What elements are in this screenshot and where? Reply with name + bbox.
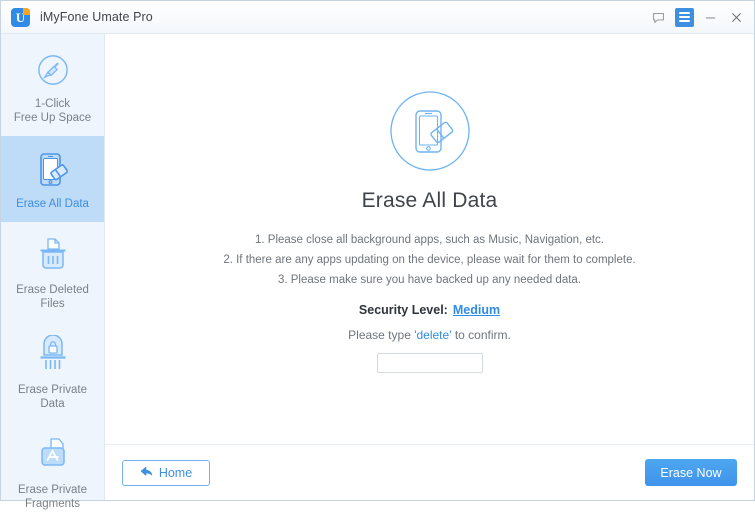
home-button-label: Home — [158, 465, 193, 480]
title-bar: U iMyFone Umate Pro — [1, 1, 754, 34]
sidebar-item-erase-private-fragments[interactable]: Erase Private Fragments — [1, 422, 104, 522]
app-logo-icon: U — [11, 7, 30, 27]
erase-now-label: Erase Now — [660, 465, 722, 480]
confirm-instruction: Please type 'delete' to confirm. — [348, 328, 511, 342]
sidebar-item-label: 1-Click Free Up Space — [13, 98, 92, 124]
instruction-list: 1. Please close all background apps, suc… — [223, 230, 635, 290]
instruction-step: 2. If there are any apps updating on the… — [223, 254, 636, 266]
instruction-step: 1. Please close all background apps, suc… — [254, 234, 605, 246]
sidebar-item-erase-deleted-files[interactable]: Erase Deleted Files — [1, 222, 104, 322]
app-title: iMyFone Umate Pro — [40, 10, 153, 24]
security-level-link[interactable]: Medium — [453, 303, 500, 317]
close-icon[interactable] — [727, 8, 746, 27]
confirm-prefix: Please type — [348, 328, 415, 342]
sidebar-item-free-up-space[interactable]: 1-Click Free Up Space — [1, 36, 104, 136]
footer-bar: Home Erase Now — [105, 444, 754, 500]
erase-now-button[interactable]: Erase Now — [645, 459, 737, 486]
security-level-row: Security Level: Medium — [359, 303, 500, 317]
content-panel: Erase All Data 1. Please close all backg… — [105, 34, 754, 500]
sidebar-item-erase-private-data[interactable]: Erase Private Data — [1, 322, 104, 422]
shredder-document-icon — [5, 234, 100, 278]
minimize-icon[interactable] — [701, 8, 720, 27]
feedback-icon[interactable] — [649, 8, 668, 27]
back-arrow-icon — [140, 466, 153, 480]
sidebar-item-label: Erase Private Fragments — [17, 484, 88, 510]
app-logo-corner-accent — [23, 7, 30, 15]
menu-icon[interactable] — [675, 7, 694, 27]
sidebar-item-label: Erase All Data — [16, 198, 89, 210]
shredder-lock-icon — [5, 334, 100, 378]
phone-eraser-icon — [5, 148, 100, 192]
main-area: 1-Click Free Up Space Erase All Data Era… — [1, 34, 754, 510]
confirm-keyword: 'delete' — [414, 328, 452, 342]
phone-eraser-circle-icon — [389, 90, 471, 172]
confirm-input[interactable] — [376, 353, 483, 373]
sidebar-item-label: Erase Private Data — [17, 384, 88, 410]
sidebar-item-label: Erase Deleted Files — [16, 284, 89, 310]
broom-circle-icon — [5, 48, 100, 92]
erase-all-data-panel: Erase All Data 1. Please close all backg… — [105, 34, 754, 444]
window-controls — [649, 7, 746, 27]
page-title: Erase All Data — [361, 189, 498, 212]
home-button[interactable]: Home — [122, 459, 210, 486]
sidebar: 1-Click Free Up Space Erase All Data Era… — [1, 34, 105, 510]
sidebar-item-erase-all-data[interactable]: Erase All Data — [1, 136, 104, 222]
confirm-suffix: to confirm. — [451, 328, 511, 342]
security-level-label: Security Level: — [358, 303, 448, 317]
instruction-step: 3. Please make sure you have backed up a… — [277, 274, 582, 286]
app-window: U iMyFone Umate Pro 1-Click Free Up Spac… — [0, 0, 755, 510]
app-folder-icon — [5, 434, 100, 478]
